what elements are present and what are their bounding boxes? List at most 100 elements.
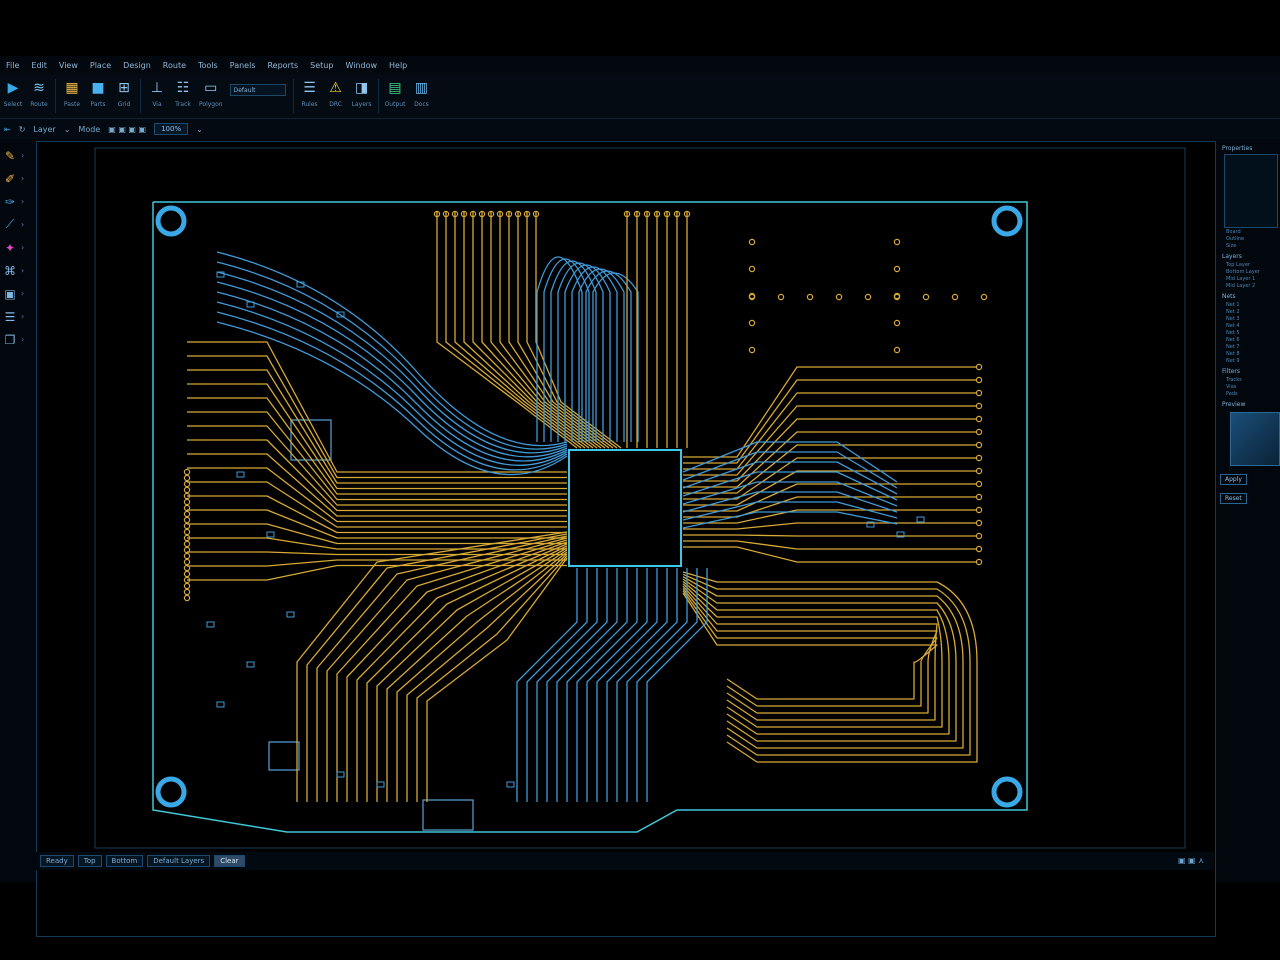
drc-warning-icon: ⚠ [329,80,342,96]
trace [426,557,568,802]
connector-footprint[interactable] [422,799,474,831]
copy-icon: ❐ [4,332,16,347]
layers-button[interactable]: ◨ Layers [349,74,375,114]
via [975,545,983,553]
trace [436,212,578,449]
via [975,376,983,384]
refresh-icon[interactable]: ↻ [15,125,30,134]
pcb-drawing[interactable] [37,142,1215,852]
net-row[interactable]: Net 7 [1226,344,1280,350]
menu-item[interactable]: View [53,61,84,70]
net-row[interactable]: Net 6 [1226,337,1280,343]
chevron-down-icon[interactable]: ⌄ [192,125,207,134]
panel-line: Outline [1226,236,1245,242]
status-icons[interactable]: ▣ ▣ ⋏ [1178,856,1204,865]
tool-copy[interactable]: ❐ › [0,328,34,351]
mode-label[interactable]: Mode [74,125,104,134]
menu-item[interactable]: Tools [192,61,224,70]
layer-row[interactable]: Top Layer [1226,262,1280,268]
properties-panel: Properties Board Outline Size Layers Top… [1216,141,1280,841]
tool-pencil[interactable]: ✐ › [0,167,34,190]
menu-item[interactable]: File [0,61,25,70]
select-button[interactable]: ▶ Select [0,74,26,114]
net-row[interactable]: Net 1 [1226,302,1280,308]
layer-label[interactable]: Layer [29,125,59,134]
via-icon: ⊥ [150,80,164,96]
menu-item[interactable]: Design [117,61,157,70]
trace [682,461,898,495]
via [183,582,191,590]
menu-item[interactable]: Route [157,61,192,70]
status-item[interactable]: Top [77,855,102,867]
status-active-tab[interactable]: Clear [214,855,245,867]
menu-item[interactable]: Help [383,61,413,70]
filter-checkbox[interactable]: Pads [1226,391,1280,397]
ribbon-label: Docs [414,101,429,108]
output-button[interactable]: ▤ Output [382,74,409,114]
panel-title: Nets [1222,293,1236,300]
menu-item[interactable]: Window [339,61,383,70]
view-buttons[interactable]: ▣ ▣ ▣ ▣ [104,125,150,134]
tool-measure[interactable]: ⟋ › [0,213,34,236]
rules-button[interactable]: ☰ Rules [297,74,323,114]
menu-item[interactable]: Reports [261,61,304,70]
layer-row[interactable]: Mid Layer 1 [1226,276,1280,282]
board-thumbnail[interactable] [1224,154,1278,228]
net-row[interactable]: Net 2 [1226,309,1280,315]
pcb-canvas[interactable] [36,141,1216,937]
net-row[interactable]: Net 8 [1226,351,1280,357]
via [980,293,988,301]
tool-wire[interactable]: ✎ › [0,144,34,167]
panel-line: Size [1226,243,1237,249]
via [975,402,983,410]
trace [682,580,950,735]
chevron-down-icon[interactable]: ⌄ [60,125,75,134]
route-button[interactable]: ≋ Route [26,74,52,114]
menu-item[interactable]: Setup [304,61,339,70]
tool-highlight[interactable]: ✦ › [0,236,34,259]
via [975,480,983,488]
divider [140,79,141,113]
docs-button[interactable]: ▥ Docs [408,74,434,114]
track-button[interactable]: ☷ Track [170,74,196,114]
via [975,415,983,423]
filter-checkbox[interactable]: Tracks [1226,377,1280,383]
tool-component[interactable]: ▣ › [0,282,34,305]
layer-row[interactable]: Bottom Layer [1226,269,1280,275]
net-row[interactable]: Net 4 [1226,323,1280,329]
parts-button[interactable]: ■ Parts [85,74,111,114]
via [975,428,983,436]
drc-button[interactable]: ⚠ DRC [323,74,349,114]
ic-footprint[interactable] [268,741,300,771]
status-item[interactable]: Default Layers [147,855,211,867]
style-combo[interactable]: Default [229,84,286,96]
zoom-combo[interactable]: 100% [154,123,189,135]
preview-image [1230,412,1280,466]
apply-button[interactable]: Apply [1220,474,1247,485]
net-row[interactable]: Net 9 [1226,358,1280,364]
via [183,570,191,578]
back-icon[interactable]: ⇤ [0,125,15,134]
tool-stack[interactable]: ☰ › [0,305,34,328]
central-ic[interactable] [568,449,682,567]
polygon-button[interactable]: ▭ Polygon [196,74,226,114]
ribbon-toolbar: ▶ Select ≋ Route ▦ Paste ■ Parts ⊞ Grid … [0,74,1280,119]
menu-item[interactable]: Place [84,61,117,70]
via [183,528,191,536]
paste-button[interactable]: ▦ Paste [59,74,85,114]
tool-net[interactable]: ⌘ › [0,259,34,282]
reset-button[interactable]: Reset [1220,493,1247,504]
layer-row[interactable]: Mid Layer 2 [1226,283,1280,289]
status-item[interactable]: Bottom [105,855,144,867]
filter-checkbox[interactable]: Vias [1226,384,1280,390]
net-row[interactable]: Net 3 [1226,316,1280,322]
menu-item[interactable]: Panels [224,61,262,70]
grid-button[interactable]: ⊞ Grid [111,74,137,114]
status-item[interactable]: Ready [40,855,74,867]
tool-brush[interactable]: ✑ › [0,190,34,213]
net-row[interactable]: Net 5 [1226,330,1280,336]
via-button[interactable]: ⊥ Via [144,74,170,114]
trace [683,534,977,537]
track-icon: ☷ [176,80,190,96]
menu-item[interactable]: Edit [25,61,53,70]
